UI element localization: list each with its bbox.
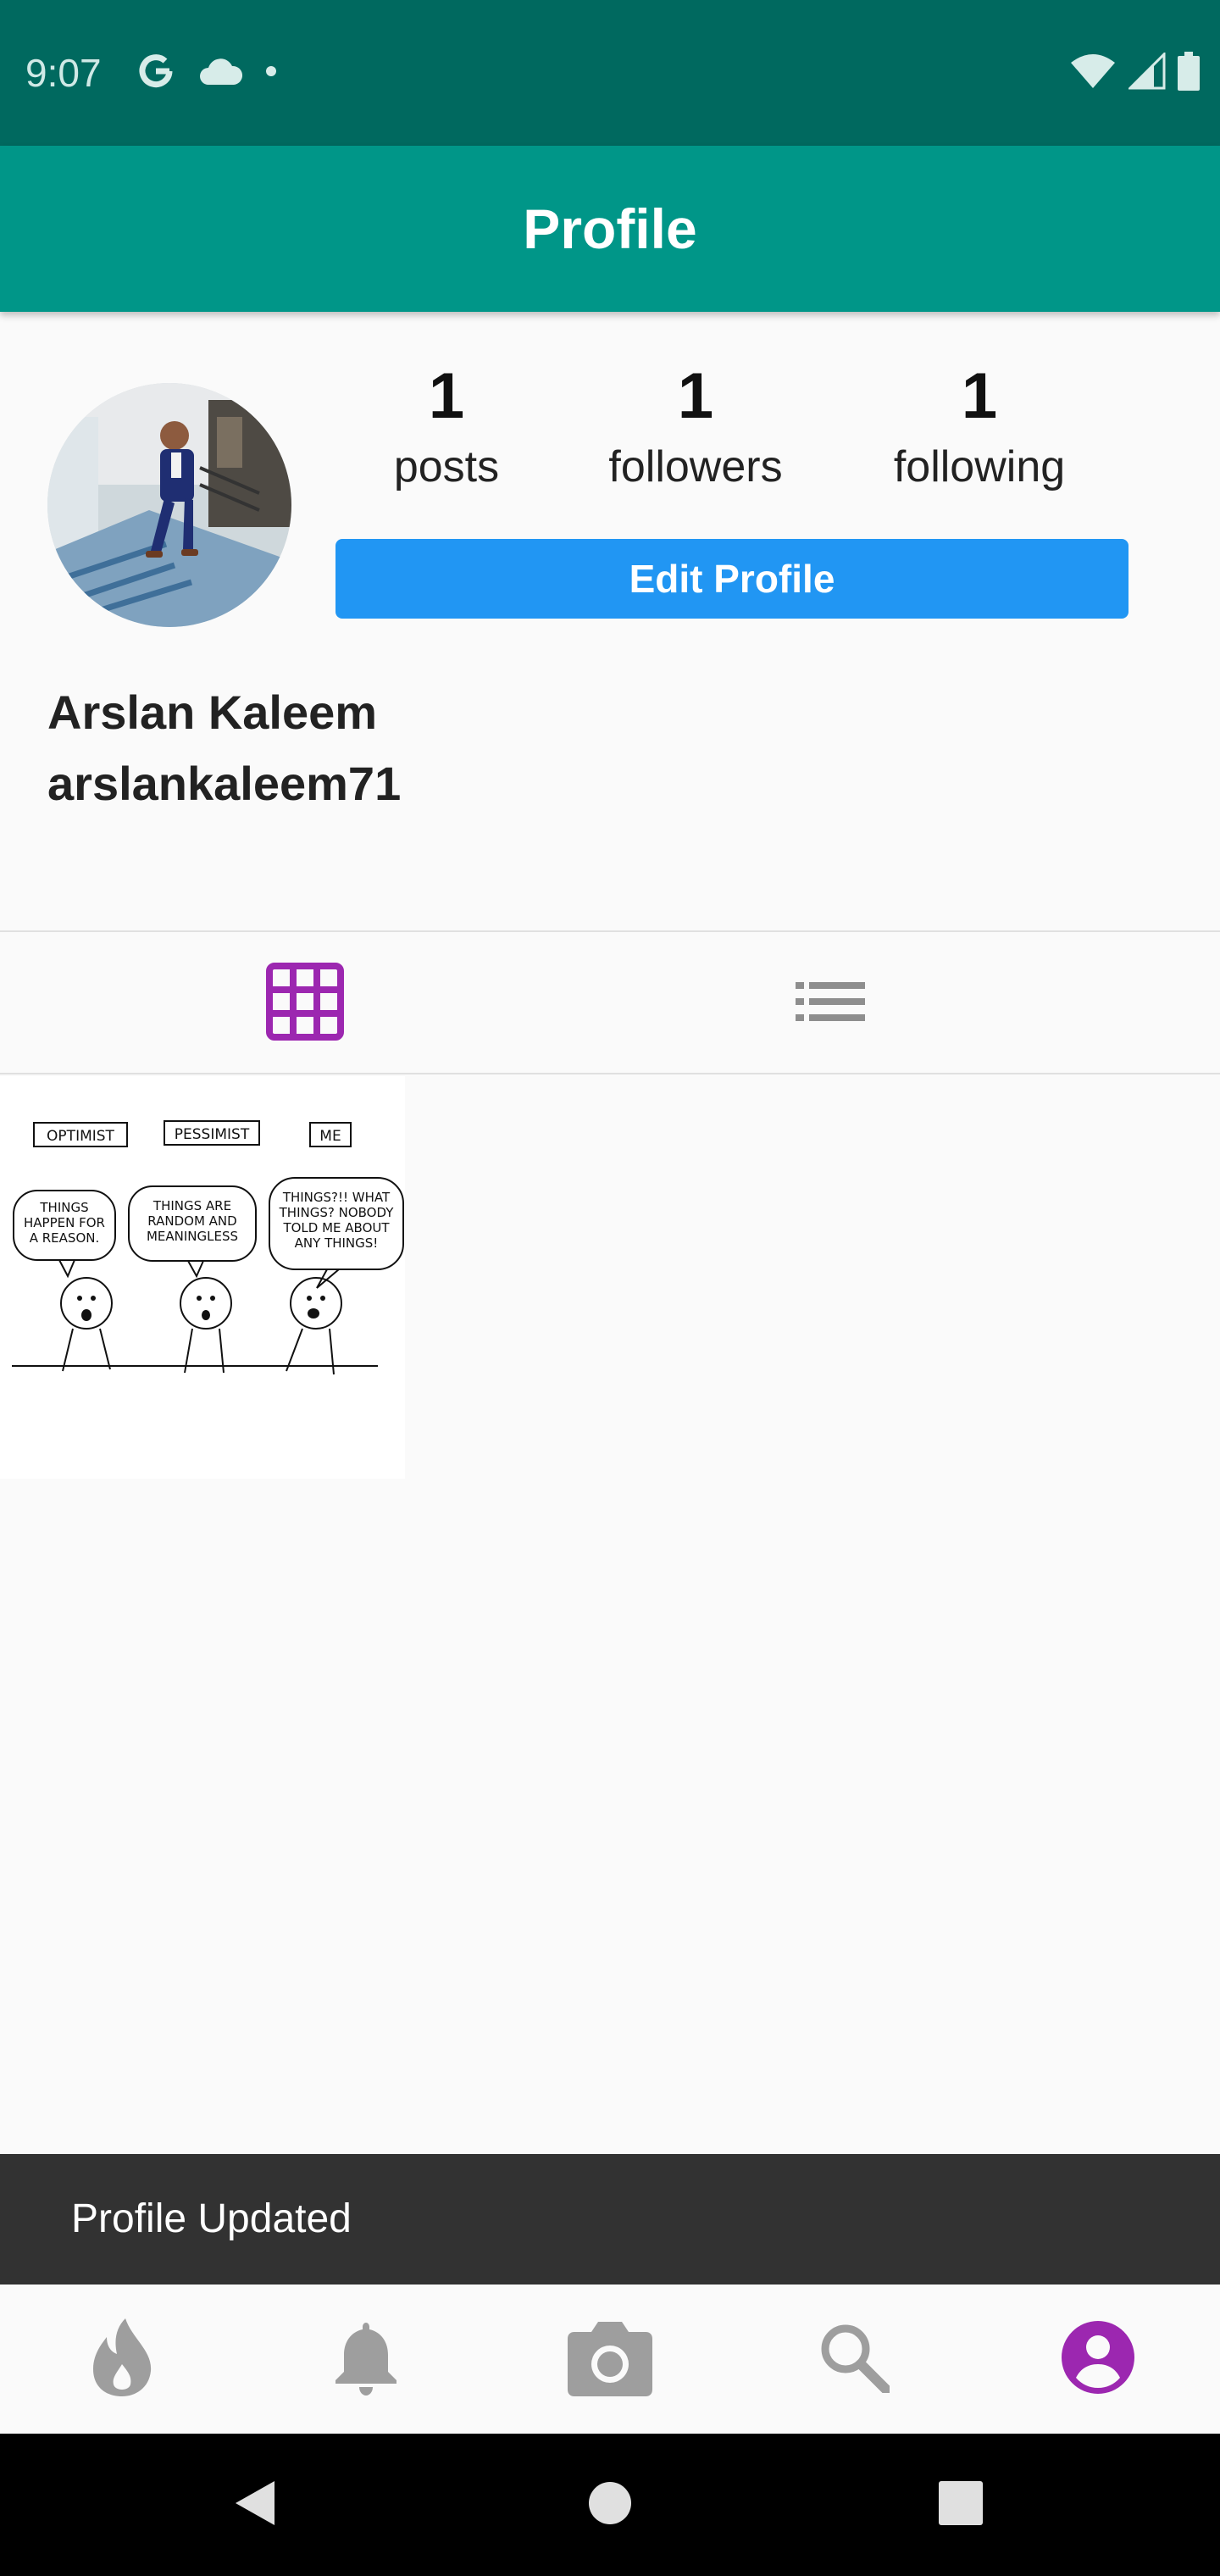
avatar[interactable] bbox=[47, 383, 291, 627]
username: arslankaleem71 bbox=[47, 757, 402, 810]
followers-count: 1 bbox=[677, 360, 714, 432]
nav-item-profile[interactable] bbox=[976, 2285, 1220, 2434]
google-icon bbox=[136, 51, 176, 96]
grid-icon bbox=[266, 962, 344, 1045]
signal-icon bbox=[1127, 50, 1166, 94]
following-count: 1 bbox=[961, 360, 998, 432]
recents-icon bbox=[938, 2480, 984, 2530]
comic-bubble-text: MEANINGLESS bbox=[147, 1229, 238, 1244]
system-home-button[interactable] bbox=[542, 2434, 678, 2576]
nav-item-search[interactable] bbox=[732, 2285, 976, 2434]
page-title: Profile bbox=[523, 197, 697, 260]
back-icon bbox=[230, 2478, 278, 2533]
status-time: 9:07 bbox=[25, 51, 102, 95]
tab-list-view[interactable] bbox=[525, 932, 1135, 1074]
bell-icon bbox=[334, 2319, 398, 2400]
search-icon bbox=[818, 2322, 891, 2397]
nav-item-upload[interactable] bbox=[488, 2285, 732, 2434]
full-name: Arslan Kaleem bbox=[47, 686, 378, 739]
comic-bubble-text: THINGS? NOBODY bbox=[279, 1205, 395, 1220]
wifi-icon bbox=[1069, 53, 1117, 94]
comic-label-pessimist: PESSIMIST bbox=[175, 1126, 250, 1143]
list-icon bbox=[796, 980, 865, 1027]
comic-label-me: ME bbox=[319, 1128, 341, 1145]
posts-label: posts bbox=[393, 442, 500, 491]
followers-label: followers bbox=[608, 442, 783, 491]
following-label: following bbox=[893, 442, 1066, 491]
cloud-icon bbox=[198, 54, 243, 92]
status-bar: 9:07 bbox=[0, 0, 1220, 146]
status-right-icons bbox=[1069, 49, 1200, 97]
dot-icon bbox=[264, 64, 278, 82]
system-back-button[interactable] bbox=[186, 2434, 322, 2576]
post-thumbnail[interactable]: OPTIMIST PESSIMIST ME THINGS HAPPEN FOR … bbox=[0, 1076, 405, 1479]
battery-icon bbox=[1178, 51, 1200, 95]
stat-posts[interactable]: 1 posts bbox=[345, 356, 548, 497]
comic-bubble-text: THINGS ARE bbox=[152, 1198, 231, 1213]
stat-following[interactable]: 1 following bbox=[878, 356, 1081, 497]
system-nav-bar bbox=[0, 2434, 1220, 2576]
stat-followers[interactable]: 1 followers bbox=[594, 356, 797, 497]
comic-bubble-text: TOLD ME ABOUT bbox=[282, 1220, 390, 1235]
nav-item-trending[interactable] bbox=[0, 2285, 244, 2434]
camera-icon bbox=[566, 2318, 654, 2401]
account-circle-icon bbox=[1061, 2320, 1135, 2399]
comic-bubble-text: THINGS bbox=[39, 1200, 88, 1215]
system-recents-button[interactable] bbox=[893, 2434, 1029, 2576]
comic-bubble-text: RANDOM AND bbox=[147, 1213, 236, 1229]
divider bbox=[0, 1073, 1220, 1074]
bottom-nav bbox=[0, 2285, 1220, 2434]
app-bar: Profile bbox=[0, 146, 1220, 312]
edit-profile-button[interactable]: Edit Profile bbox=[336, 539, 1128, 619]
comic-bubble-text: HAPPEN FOR bbox=[24, 1215, 105, 1230]
flame-icon bbox=[88, 2317, 156, 2402]
comic-label-optimist: OPTIMIST bbox=[47, 1128, 115, 1145]
tab-grid-view[interactable] bbox=[0, 932, 610, 1074]
home-icon bbox=[588, 2481, 632, 2529]
comic-bubble-text: A REASON. bbox=[30, 1230, 100, 1246]
snackbar: Profile Updated bbox=[0, 2154, 1220, 2285]
comic-bubble-text: THINGS?!! WHAT bbox=[282, 1190, 391, 1205]
nav-item-notifications[interactable] bbox=[244, 2285, 488, 2434]
comic-bubble-text: ANY THINGS! bbox=[295, 1235, 379, 1251]
snackbar-message: Profile Updated bbox=[71, 2196, 352, 2241]
status-left-icons bbox=[136, 49, 278, 97]
posts-count: 1 bbox=[428, 360, 465, 432]
